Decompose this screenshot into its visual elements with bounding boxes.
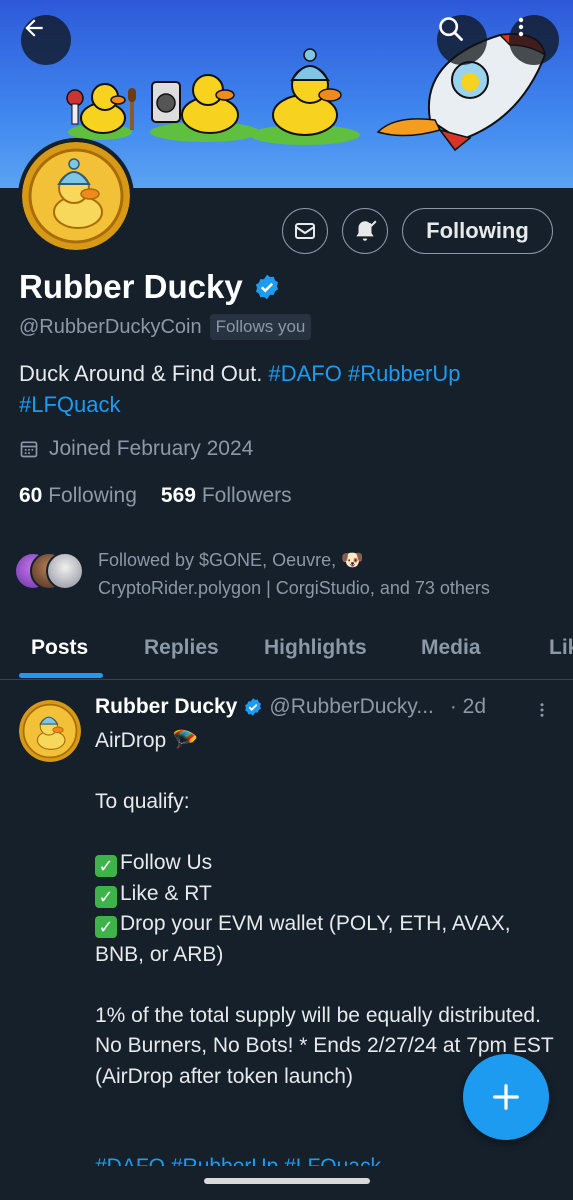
home-indicator[interactable] <box>204 1178 370 1184</box>
back-button[interactable] <box>21 15 71 65</box>
check-mark-icon: ✓ <box>95 885 117 908</box>
verified-badge-icon[interactable] <box>253 273 281 301</box>
follow-stats: 60 Following 569 Followers <box>19 484 292 508</box>
notifications-button[interactable] <box>342 208 388 254</box>
bell-check-icon <box>356 220 377 241</box>
followed-by-text: Followed by $GONE, Oeuvre, 🐶 CryptoRider… <box>98 546 548 602</box>
check-mark-icon: ✓ <box>95 916 117 938</box>
tab-likes[interactable]: Lik <box>549 636 573 660</box>
followers-stat[interactable]: 569 Followers <box>161 484 292 508</box>
arrow-left-icon <box>25 19 43 37</box>
joined-date: Joined February 2024 <box>19 437 253 461</box>
check-item-text: Follow Us <box>120 851 213 874</box>
post-hashtags[interactable]: #DAFO #RubberUp #LFQuack <box>95 1152 381 1166</box>
followers-count: 569 <box>160 484 196 507</box>
tab-media[interactable]: Media <box>421 636 481 660</box>
follower-avatars <box>14 552 86 592</box>
post-line: To qualify: <box>95 790 190 813</box>
check-item-text: Like & RT <box>120 881 212 905</box>
post-author-handle[interactable]: @RubberDucky... <box>269 695 433 719</box>
following-label: Following <box>48 484 137 507</box>
post-author-name[interactable]: Rubber Ducky <box>95 695 237 719</box>
following-button[interactable]: Following <box>402 208 553 254</box>
calendar-icon <box>20 441 38 458</box>
plus-icon <box>493 1084 519 1110</box>
duck-coin-avatar-icon <box>19 700 81 762</box>
tab-highlights[interactable]: Highlights <box>264 636 367 660</box>
search-icon <box>439 17 463 41</box>
post-spacer <box>95 970 555 1001</box>
post-spacer <box>95 757 555 788</box>
post-header: Rubber Ducky @RubberDucky... · 2d <box>95 695 555 719</box>
avatar <box>46 552 84 590</box>
post-timestamp[interactable]: · 2d <box>450 695 486 719</box>
profile-avatar[interactable] <box>18 138 134 254</box>
joined-text: Joined February 2024 <box>49 437 254 460</box>
bio-hashtag[interactable]: #RubberUp <box>348 361 461 386</box>
bio-text: Duck Around & Find Out. <box>19 361 269 386</box>
active-tab-indicator <box>19 673 103 678</box>
handle-row: @RubberDuckyCoin Follows you <box>19 314 312 340</box>
bio-hashtag[interactable]: #DAFO <box>268 361 341 386</box>
followed-by-line: Followed by $GONE, Oeuvre, 🐶 <box>98 550 364 570</box>
more-vertical-icon <box>518 17 524 37</box>
following-stat[interactable]: 60 Following <box>19 484 137 508</box>
followed-by-line: CryptoRider.polygon | CorgiStudio, and 7… <box>98 578 490 598</box>
duck-coin-avatar-icon <box>22 142 130 250</box>
post-check-item: ✓ Follow Us <box>95 848 555 879</box>
more-options-button[interactable] <box>509 15 559 65</box>
check-item-text: Drop your EVM wallet (POLY, ETH, AVAX, B… <box>95 912 511 966</box>
post-line: AirDrop 🪂 <box>95 729 199 752</box>
tab-posts[interactable]: Posts <box>31 636 88 660</box>
mail-icon <box>295 223 315 239</box>
post-text: AirDrop 🪂 To qualify: ✓ Follow Us ✓ Like &… <box>95 726 555 1092</box>
compose-post-button[interactable] <box>463 1054 549 1140</box>
followed-by-section[interactable]: Followed by $GONE, Oeuvre, 🐶 CryptoRider… <box>14 546 548 602</box>
following-count: 60 <box>19 484 43 507</box>
post-check-item: ✓ Drop your EVM wallet (POLY, ETH, AVAX, … <box>95 909 555 970</box>
more-vertical-icon <box>540 703 544 717</box>
profile-name: Rubber Ducky <box>19 268 281 306</box>
bio-hashtag[interactable]: #LFQuack <box>19 392 121 417</box>
post-more-button[interactable] <box>533 698 551 727</box>
profile-name-text: Rubber Ducky <box>19 268 243 305</box>
verified-badge-icon <box>245 698 262 716</box>
profile-tabs: Posts Replies Highlights Media Lik <box>0 620 573 680</box>
tab-replies[interactable]: Replies <box>144 636 219 660</box>
profile-handle: @RubberDuckyCoin <box>19 315 202 338</box>
message-button[interactable] <box>282 208 328 254</box>
followers-label: Followers <box>201 484 292 507</box>
follows-you-badge: Follows you <box>209 314 312 340</box>
post-spacer <box>95 818 555 849</box>
post-author-avatar[interactable] <box>19 700 81 762</box>
check-mark-icon: ✓ <box>95 855 117 877</box>
post-check-item: ✓ Like & RT <box>95 879 555 910</box>
search-button[interactable] <box>437 15 487 65</box>
profile-bio: Duck Around & Find Out. #DAFO #RubberUp #… <box>19 358 549 420</box>
